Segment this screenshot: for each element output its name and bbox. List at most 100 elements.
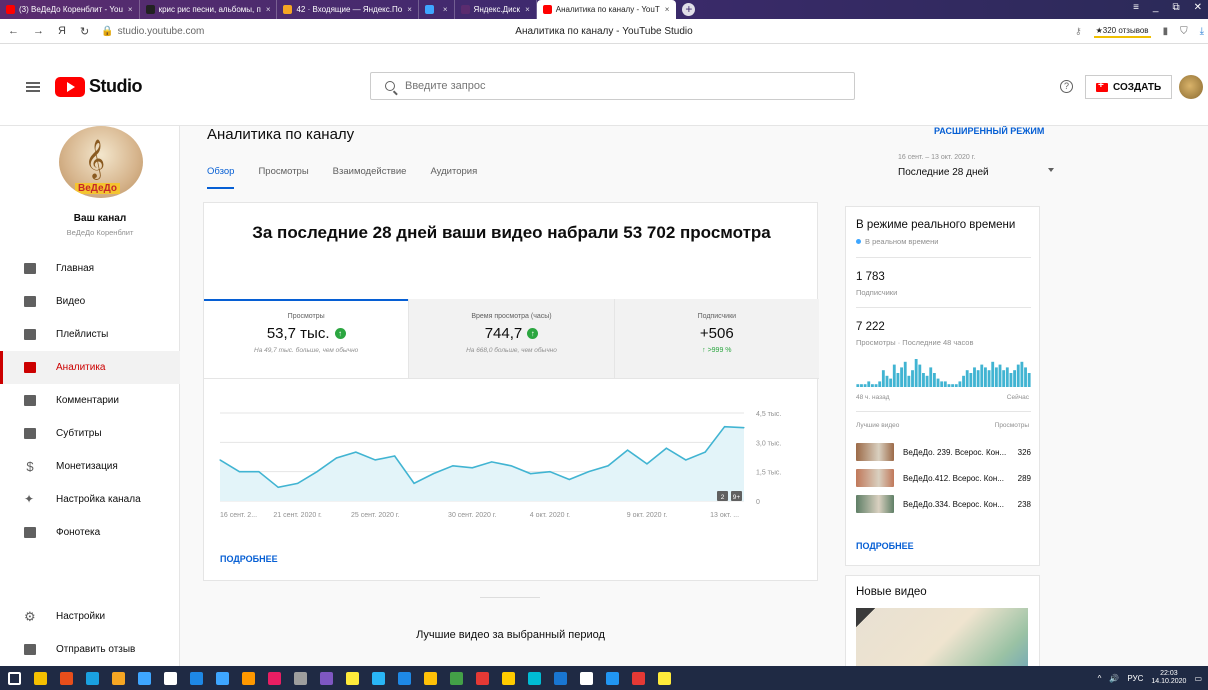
kpi-tab[interactable]: Просмотры 53,7 тыс. ↑ На 49,7 тыс. больше, …	[204, 299, 409, 378]
back-icon[interactable]: ←	[8, 25, 19, 38]
tab-engagement[interactable]: Взаимодействие	[333, 166, 407, 189]
minimize-icon[interactable]: _	[1153, 2, 1159, 13]
url-field[interactable]: 🔒 studio.youtube.com	[101, 26, 204, 37]
taskbar-app-icon[interactable]	[60, 671, 73, 685]
realtime-bar[interactable]	[965, 370, 969, 387]
chevron-up-icon[interactable]: ^	[1098, 674, 1102, 683]
realtime-bar[interactable]	[860, 384, 863, 387]
realtime-bar[interactable]	[867, 381, 871, 387]
list-item[interactable]: ВеДеДо.334. Всерос. Кон... 238	[856, 495, 1031, 513]
taskbar-app-icon[interactable]	[346, 671, 359, 685]
realtime-bar[interactable]	[856, 384, 860, 387]
realtime-bar[interactable]	[892, 364, 896, 387]
language-indicator[interactable]: РУС	[1127, 674, 1143, 683]
taskbar-app-icon[interactable]	[34, 671, 47, 685]
realtime-bar[interactable]	[987, 370, 991, 387]
tab-views[interactable]: Просмотры	[258, 166, 308, 189]
sidebar-item-comments[interactable]: Комментарии	[0, 384, 180, 417]
taskbar-app-icon[interactable]	[138, 671, 151, 685]
taskbar-app-icon[interactable]	[554, 671, 567, 685]
taskbar-app-icon[interactable]	[294, 671, 307, 685]
close-tab-icon[interactable]: ×	[443, 5, 448, 14]
menu-icon[interactable]: ≡	[1133, 2, 1139, 13]
period-selector[interactable]: 16 сент. – 13 окт. 2020 г. Последние 28 …	[898, 154, 1058, 178]
taskbar-app-icon[interactable]	[242, 671, 255, 685]
data-point[interactable]	[258, 471, 260, 473]
data-point[interactable]	[277, 486, 279, 488]
realtime-bar[interactable]	[962, 375, 965, 387]
hamburger-menu-icon[interactable]	[26, 82, 40, 92]
realtime-bar[interactable]	[1016, 364, 1020, 387]
realtime-bar[interactable]	[976, 370, 980, 387]
data-point[interactable]	[685, 459, 687, 461]
realtime-bar[interactable]	[973, 367, 976, 387]
realtime-more-link[interactable]: ПОДРОБНЕЕ	[856, 541, 914, 551]
data-point[interactable]	[297, 482, 299, 484]
realtime-bar[interactable]	[980, 364, 984, 387]
key-icon[interactable]: ⚷	[1075, 26, 1082, 37]
bookmark-icon[interactable]: ▮	[1163, 26, 1169, 37]
realtime-bar[interactable]	[954, 384, 958, 387]
close-tab-icon[interactable]: ×	[407, 5, 412, 14]
data-point[interactable]	[491, 461, 493, 463]
taskbar-app-icon[interactable]	[320, 671, 333, 685]
data-point[interactable]	[413, 482, 415, 484]
data-point[interactable]	[723, 426, 726, 428]
notifications-icon[interactable]: ▭	[1194, 674, 1202, 683]
browser-tab[interactable]: ×	[419, 0, 455, 19]
reload-icon[interactable]: ↻	[80, 25, 89, 38]
protect-icon[interactable]: ⛉	[1180, 26, 1188, 37]
realtime-bar[interactable]	[925, 375, 929, 387]
chart-badge[interactable]: 9+	[731, 491, 742, 501]
data-point[interactable]	[743, 427, 745, 429]
data-point[interactable]	[665, 447, 667, 449]
data-point[interactable]	[607, 465, 609, 467]
sidebar-item-video[interactable]: Видео	[0, 285, 180, 318]
sidebar-item-playlist[interactable]: Плейлисты	[0, 318, 180, 351]
taskbar-app-icon[interactable]	[164, 671, 177, 685]
volume-icon[interactable]: 🔊	[1109, 674, 1119, 683]
realtime-bar[interactable]	[951, 384, 955, 387]
realtime-bar[interactable]	[889, 378, 893, 387]
sidebar-item-audio-library[interactable]: Фонотека	[0, 516, 180, 549]
data-point[interactable]	[374, 459, 376, 461]
taskbar-app-icon[interactable]	[502, 671, 515, 685]
realtime-bar[interactable]	[914, 359, 918, 387]
realtime-bar[interactable]	[940, 381, 944, 387]
realtime-bar[interactable]	[994, 367, 998, 387]
realtime-bar[interactable]	[943, 381, 947, 387]
sidebar-item-dollar[interactable]: $ Монетизация	[0, 450, 180, 483]
realtime-bar[interactable]	[958, 381, 962, 387]
browser-tab[interactable]: 42 · Входящие — Яндекс.По ×	[277, 0, 419, 19]
data-point[interactable]	[394, 455, 396, 457]
realtime-bar[interactable]	[907, 375, 911, 387]
taskbar-app-icon[interactable]	[112, 671, 125, 685]
clock[interactable]: 22:03 14.10.2020	[1151, 670, 1186, 686]
sidebar-item-feedback[interactable]: Отправить отзыв	[0, 633, 180, 666]
realtime-bar[interactable]	[1013, 370, 1017, 387]
data-point[interactable]	[704, 451, 706, 453]
data-point[interactable]	[238, 471, 241, 473]
help-icon[interactable]: ?	[1060, 80, 1073, 93]
realtime-bar[interactable]	[870, 384, 874, 387]
new-tab-icon[interactable]: +	[682, 3, 696, 16]
close-tab-icon[interactable]: ×	[128, 5, 133, 14]
data-point[interactable]	[219, 459, 221, 461]
data-point[interactable]	[355, 451, 357, 453]
channel-avatar[interactable]: 𝄞 ВеДеДо	[59, 126, 143, 198]
avatar[interactable]	[1179, 75, 1203, 99]
realtime-bar[interactable]	[863, 384, 867, 387]
realtime-bar[interactable]	[991, 361, 995, 387]
realtime-bar[interactable]	[896, 373, 900, 387]
taskbar-app-icon[interactable]	[398, 671, 411, 685]
realtime-bar[interactable]	[900, 367, 903, 387]
realtime-bar[interactable]	[903, 361, 907, 387]
taskbar-app-icon[interactable]	[372, 671, 385, 685]
new-video-thumbnail[interactable]	[856, 608, 1028, 666]
list-item[interactable]: ВеДеДо. 239. Всерос. Кон... 326	[856, 443, 1031, 461]
taskbar-app-icon[interactable]	[450, 671, 463, 685]
start-icon[interactable]	[8, 671, 21, 685]
realtime-bar[interactable]	[984, 367, 987, 387]
realtime-bar[interactable]	[922, 373, 925, 387]
studio-logo[interactable]: Studio	[55, 76, 143, 97]
